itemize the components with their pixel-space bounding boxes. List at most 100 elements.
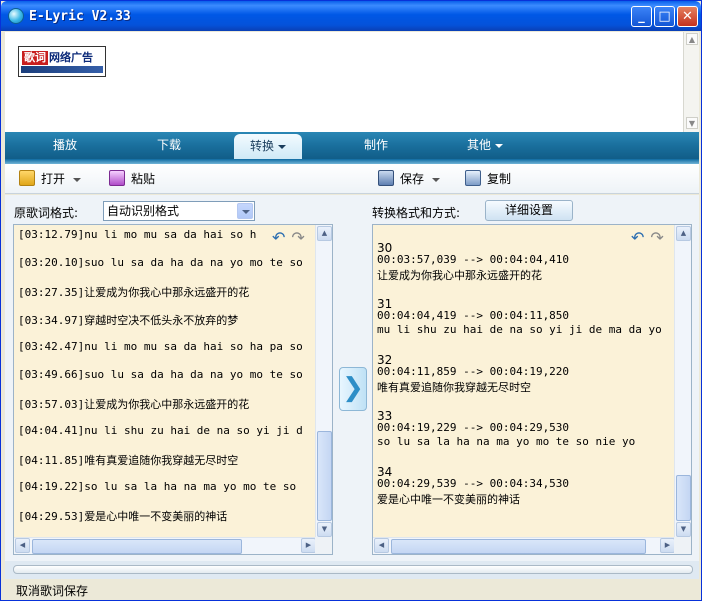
scroll-thumb[interactable] — [317, 431, 332, 521]
redo-icon[interactable]: ↷ — [650, 228, 663, 247]
undo-icon[interactable]: ↶ — [631, 228, 644, 247]
lyric-line: [04:29.53]爱是心中唯一不变美丽的神话 — [18, 510, 228, 523]
srt-text: mu li shu zu hai de na so yi ji de ma da… — [377, 323, 662, 336]
open-label: 打开 — [41, 172, 66, 186]
scroll-thumb[interactable] — [391, 539, 646, 554]
convert-panel: 原歌词格式: 自动识别格式 转换格式和方式: 详细设置 [03:12.79]nu… — [5, 195, 699, 561]
scroll-left-icon[interactable]: ◀ — [15, 538, 30, 553]
chevron-down-icon — [278, 144, 286, 149]
source-format-value: 自动识别格式 — [107, 204, 180, 218]
lyric-line: [04:11.85]唯有真爱追随你我穿越无尽时空 — [18, 454, 239, 467]
save-label: 保存 — [400, 172, 425, 186]
tab-make[interactable]: 制作 — [336, 132, 416, 159]
source-lyrics-pane[interactable]: [03:12.79]nu li mo mu sa da hai so h [03:… — [13, 224, 333, 555]
copy-button[interactable]: 复制 — [465, 169, 511, 189]
lyric-line: [03:12.79]nu li mo mu sa da hai so h — [18, 228, 257, 241]
tab-convert[interactable]: 转换 — [234, 134, 302, 159]
tab-make-label: 制作 — [363, 138, 388, 152]
chevron-down-icon[interactable] — [237, 203, 253, 219]
tab-download-label: 下载 — [156, 138, 181, 152]
convert-arrow-button[interactable]: ❯ — [339, 367, 367, 411]
arrow-right-icon: ❯ — [342, 373, 364, 403]
scroll-up-icon[interactable]: ▲ — [686, 33, 698, 45]
undo-icon[interactable]: ↶ — [272, 228, 285, 247]
ad-banner-tag: 歌词 — [22, 51, 48, 65]
scroll-right-icon[interactable]: ▶ — [301, 538, 316, 553]
scroll-corner — [315, 537, 332, 554]
ad-banner-text: 网络广告 — [49, 51, 93, 64]
scroll-down-icon[interactable]: ▼ — [686, 117, 698, 129]
target-lyrics-pane[interactable]: 30 00:03:57,039 --> 00:04:04,410 让爱成为你我心中那… — [372, 224, 692, 555]
paste-label: 粘贴 — [131, 172, 156, 186]
srt-time: 00:04:29,539 --> 00:04:34,530 — [377, 477, 570, 490]
undo-redo-group: ↶ ↷ — [631, 228, 670, 247]
lyric-line: [04:04.41]nu li shu zu hai de na so yi j… — [18, 424, 303, 437]
target-format-label: 转换格式和方式: — [372, 206, 461, 220]
tab-play-label: 播放 — [52, 138, 77, 152]
vertical-scrollbar[interactable]: ▲ ▼ — [315, 225, 332, 539]
tab-download[interactable]: 下载 — [129, 132, 209, 159]
redo-icon[interactable]: ↷ — [291, 228, 304, 247]
lyric-line: [03:49.66]suo lu sa da ha da na yo mo te… — [18, 368, 303, 381]
scroll-thumb[interactable] — [32, 539, 242, 554]
lyric-line: [03:42.47]nu li mo mu sa da hai so ha pa… — [18, 340, 303, 353]
source-format-select[interactable]: 自动识别格式 — [103, 201, 255, 221]
ad-banner[interactable]: 歌词 网络广告 — [18, 46, 106, 77]
srt-time: 00:04:04,419 --> 00:04:11,850 — [377, 309, 570, 322]
lyric-line: [04:19.22]so lu sa la ha na ma yo mo te … — [18, 480, 297, 493]
vertical-scrollbar[interactable]: ▲ ▼ — [674, 225, 691, 539]
status-text: 取消歌词保存 — [16, 584, 89, 598]
ad-scrollbar[interactable]: ▲ ▼ — [683, 32, 699, 132]
scroll-thumb[interactable] — [676, 475, 691, 521]
title-bar[interactable]: E-Lyric V2.33 _ □ ✕ — [1, 1, 701, 31]
undo-redo-group: ↶ ↷ — [272, 228, 311, 247]
progress-bar — [13, 565, 693, 574]
srt-time: 00:04:19,229 --> 00:04:29,530 — [377, 421, 570, 434]
srt-time: 00:03:57,039 --> 00:04:04,410 — [377, 253, 570, 266]
save-icon — [378, 170, 394, 186]
srt-text: so lu sa la ha na ma yo mo te so nie yo — [377, 435, 636, 448]
scroll-down-icon[interactable]: ▼ — [317, 522, 332, 537]
copy-icon — [465, 170, 481, 186]
tab-other-label: 其他 — [466, 138, 491, 152]
minimize-button[interactable]: _ — [631, 6, 652, 27]
scroll-up-icon[interactable]: ▲ — [676, 226, 691, 241]
open-folder-icon — [19, 170, 35, 186]
scroll-down-icon[interactable]: ▼ — [676, 522, 691, 537]
ad-banner-bar — [21, 66, 103, 73]
chevron-down-icon[interactable] — [432, 177, 441, 182]
source-format-label: 原歌词格式: — [14, 206, 79, 220]
status-bar: 取消歌词保存 — [5, 579, 699, 600]
chevron-down-icon — [495, 143, 503, 148]
srt-text: 爱是心中唯一不变美丽的神话 — [377, 493, 520, 506]
srt-text: 唯有真爱追随你我穿越无尽时空 — [377, 381, 531, 394]
save-button[interactable]: 保存 — [378, 169, 441, 189]
copy-label: 复制 — [487, 172, 512, 186]
lyric-line: [03:20.10]suo lu sa da ha da na yo mo te… — [18, 256, 303, 269]
tab-play[interactable]: 播放 — [25, 132, 105, 159]
lyric-line: [03:34.97]穿越时空决不低头永不放弃的梦 — [18, 314, 239, 327]
app-icon — [8, 8, 24, 24]
tab-convert-label: 转换 — [249, 139, 274, 153]
chevron-down-icon[interactable] — [73, 177, 82, 182]
srt-text: 让爱成为你我心中那永远盛开的花 — [377, 269, 542, 282]
scroll-left-icon[interactable]: ◀ — [374, 538, 389, 553]
scroll-corner — [674, 537, 691, 554]
ad-area: 歌词 网络广告 ▲ ▼ — [5, 32, 699, 132]
detail-settings-button[interactable]: 详细设置 — [485, 200, 573, 221]
paste-button[interactable]: 粘贴 — [109, 169, 155, 189]
close-button[interactable]: ✕ — [677, 6, 698, 27]
progress-area: ︿ — [5, 561, 699, 579]
horizontal-scrollbar[interactable]: ◀ ▶ — [373, 537, 676, 554]
srt-time: 00:04:11,859 --> 00:04:19,220 — [377, 365, 570, 378]
tab-bar: 播放 下载 转换 制作 其他 — [5, 132, 699, 159]
paste-icon — [109, 170, 125, 186]
scroll-up-icon[interactable]: ▲ — [317, 226, 332, 241]
scroll-right-icon[interactable]: ▶ — [660, 538, 675, 553]
maximize-button[interactable]: □ — [654, 6, 675, 27]
toolbar: 打开 粘贴 保存 复制 — [5, 164, 699, 194]
app-window: E-Lyric V2.33 _ □ ✕ 歌词 网络广告 ▲ ▼ 播放 下载 转换… — [0, 0, 702, 601]
horizontal-scrollbar[interactable]: ◀ ▶ — [14, 537, 317, 554]
tab-other[interactable]: 其他 — [445, 132, 525, 159]
open-button[interactable]: 打开 — [19, 169, 82, 189]
